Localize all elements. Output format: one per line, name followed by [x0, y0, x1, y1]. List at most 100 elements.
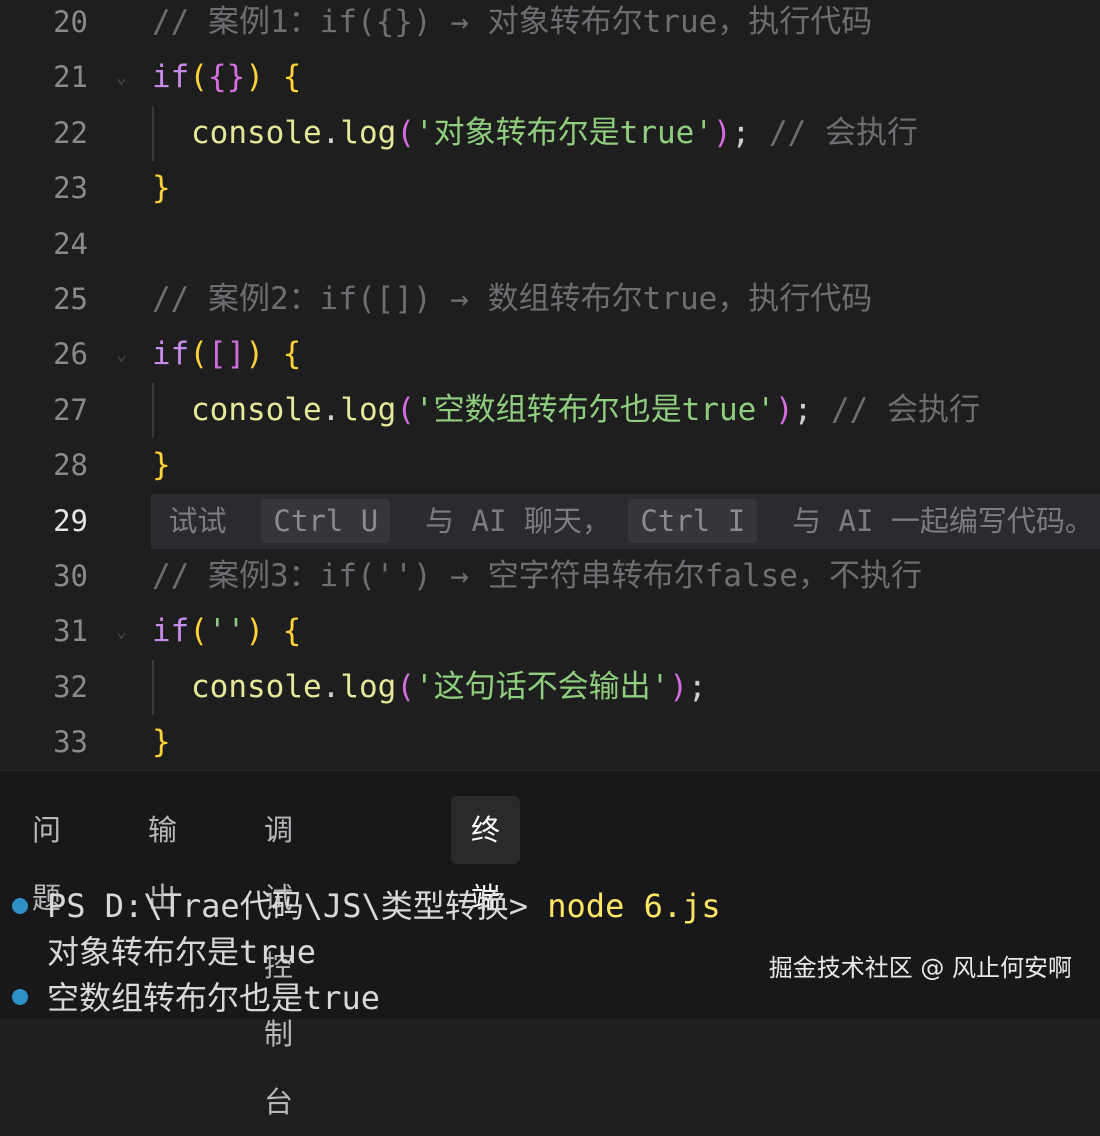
method-token: log	[340, 114, 397, 151]
code-text: if([]) {	[152, 327, 301, 382]
string-token: '这句话不会输出'	[415, 668, 670, 705]
keyword-token: if	[152, 59, 190, 96]
code-line[interactable]: 24	[0, 217, 1100, 272]
paren-token: )	[712, 114, 732, 151]
line-number: 23	[53, 171, 88, 206]
brace-token: {	[264, 613, 302, 650]
line-number: 24	[53, 226, 88, 261]
code-line[interactable]: 23 }	[0, 161, 1100, 216]
line-number: 33	[53, 725, 88, 760]
keyword-token: if	[152, 336, 190, 373]
paren-token: (	[396, 668, 415, 705]
ai-hint: 试试 Ctrl U 与 AI 聊天， Ctrl I 与 AI 一起编写代码。	[151, 493, 1100, 549]
indent-guide	[152, 659, 154, 716]
bracket-token: []	[208, 336, 246, 373]
tab-output[interactable]: 输出	[128, 796, 197, 915]
code-comment: // 案例2：if([]) → 数组转布尔true，执行代码	[152, 281, 873, 317]
terminal-output: 对象转布尔是true	[47, 933, 317, 971]
code-line[interactable]: 20 // 案例1：if({}) → 对象转布尔true，执行代码	[0, 0, 1100, 50]
paren-token: )	[669, 668, 688, 705]
ai-hint-text: 试试	[168, 503, 227, 538]
command-status-dot-icon	[12, 989, 28, 1005]
line-number: 21	[53, 60, 88, 95]
code-line[interactable]: 28 }	[0, 438, 1100, 493]
paren-token: )	[245, 613, 264, 650]
line-number: 28	[53, 448, 88, 483]
code-line[interactable]: 21 ⌄ if({}) {	[0, 50, 1100, 105]
punct-token: .	[321, 114, 341, 151]
paren-token: )	[245, 336, 264, 373]
line-number: 30	[53, 559, 88, 593]
ai-hint-text: 与 AI 一起编写代码。	[792, 503, 1094, 538]
code-comment: // 会执行	[750, 114, 918, 151]
code-line[interactable]: 31 ⌄ if('') {	[0, 604, 1100, 659]
method-token: log	[340, 668, 397, 705]
line-number: 29	[53, 503, 88, 538]
brace-token: {	[264, 336, 302, 373]
code-comment: // 会执行	[812, 391, 980, 428]
punct-token: ;	[793, 391, 813, 428]
line-number: 27	[53, 392, 88, 427]
tab-debug-console[interactable]: 调试控制台	[244, 796, 313, 1119]
brace-token: {}	[208, 59, 246, 96]
code-line[interactable]: 22 console.log('对象转布尔是true'); // 会执行	[0, 105, 1100, 162]
ai-hint-text: 与 AI 聊天，	[425, 503, 611, 538]
brace-token: }	[152, 724, 171, 761]
string-token: ''	[208, 613, 246, 650]
shortcut-compose-key: Ctrl I	[628, 498, 758, 543]
code-line[interactable]: 26 ⌄ if([]) {	[0, 327, 1100, 382]
line-number: 20	[53, 5, 88, 39]
string-token: '空数组转布尔也是true'	[415, 391, 775, 428]
fold-chevron-icon[interactable]: ⌄	[116, 604, 127, 659]
punct-token: .	[321, 391, 341, 428]
code-line[interactable]: 33 }	[0, 715, 1100, 770]
indent-guide	[152, 382, 154, 439]
code-line[interactable]: 30 // 案例3：if('') → 空字符串转布尔false，不执行	[0, 549, 1100, 604]
brace-token: }	[152, 170, 171, 207]
code-text: console.log('这句话不会输出');	[191, 660, 707, 715]
paren-token: (	[396, 114, 415, 151]
code-editor[interactable]: 20 // 案例1：if({}) → 对象转布尔true，执行代码 21 ⌄ i…	[0, 0, 1100, 770]
tab-problems[interactable]: 问题	[12, 796, 81, 915]
fold-chevron-icon[interactable]: ⌄	[116, 327, 127, 382]
paren-token: (	[189, 59, 208, 96]
identifier-token: console	[191, 668, 322, 705]
brace-token: {	[264, 59, 302, 96]
indent-guide	[152, 105, 154, 162]
string-token: '对象转布尔是true'	[415, 114, 713, 151]
terminal-prompt-line: PS D:\Trae代码\JS\类型转换> node 6.js	[47, 883, 721, 929]
code-line[interactable]: 25 // 案例2：if([]) → 数组转布尔true，执行代码	[0, 272, 1100, 327]
paren-token: (	[189, 336, 208, 373]
method-token: log	[340, 391, 397, 428]
command-status-dot-icon	[12, 898, 28, 914]
tab-terminal[interactable]: 终端	[451, 796, 521, 915]
paren-token: )	[245, 59, 264, 96]
watermark: 掘金技术社区 @ 风止何安啊	[768, 954, 1072, 982]
code-comment: // 案例1：if({}) → 对象转布尔true，执行代码	[152, 4, 873, 40]
terminal-output: 空数组转布尔也是true	[47, 979, 381, 1017]
code-text: console.log('对象转布尔是true'); // 会执行	[191, 106, 918, 161]
line-number: 26	[53, 337, 88, 372]
terminal-prompt: PS D:\Trae代码\JS\类型转换>	[47, 887, 548, 925]
code-line-active[interactable]: 29 试试 Ctrl U 与 AI 聊天， Ctrl I 与 AI 一起编写代码…	[0, 493, 1100, 549]
line-number: 32	[53, 669, 88, 704]
line-number: 31	[53, 614, 88, 649]
identifier-token: console	[191, 114, 322, 151]
punct-token: ;	[731, 114, 751, 151]
code-line[interactable]: 32 console.log('这句话不会输出');	[0, 659, 1100, 716]
shortcut-chat-key: Ctrl U	[261, 498, 391, 543]
punct-token: ;	[688, 668, 707, 705]
paren-token: (	[189, 613, 208, 650]
paren-token: )	[774, 391, 794, 428]
code-text: console.log('空数组转布尔也是true'); // 会执行	[191, 383, 980, 438]
code-comment: // 案例3：if('') → 空字符串转布尔false，不执行	[152, 558, 922, 594]
fold-chevron-icon[interactable]: ⌄	[116, 50, 127, 105]
code-text: if('') {	[152, 604, 301, 659]
punct-token: .	[321, 668, 341, 705]
code-line[interactable]: 27 console.log('空数组转布尔也是true'); // 会执行	[0, 382, 1100, 439]
paren-token: (	[396, 391, 415, 428]
line-number: 22	[53, 115, 88, 150]
identifier-token: console	[191, 391, 322, 428]
brace-token: }	[152, 447, 171, 484]
line-number: 25	[53, 282, 88, 316]
